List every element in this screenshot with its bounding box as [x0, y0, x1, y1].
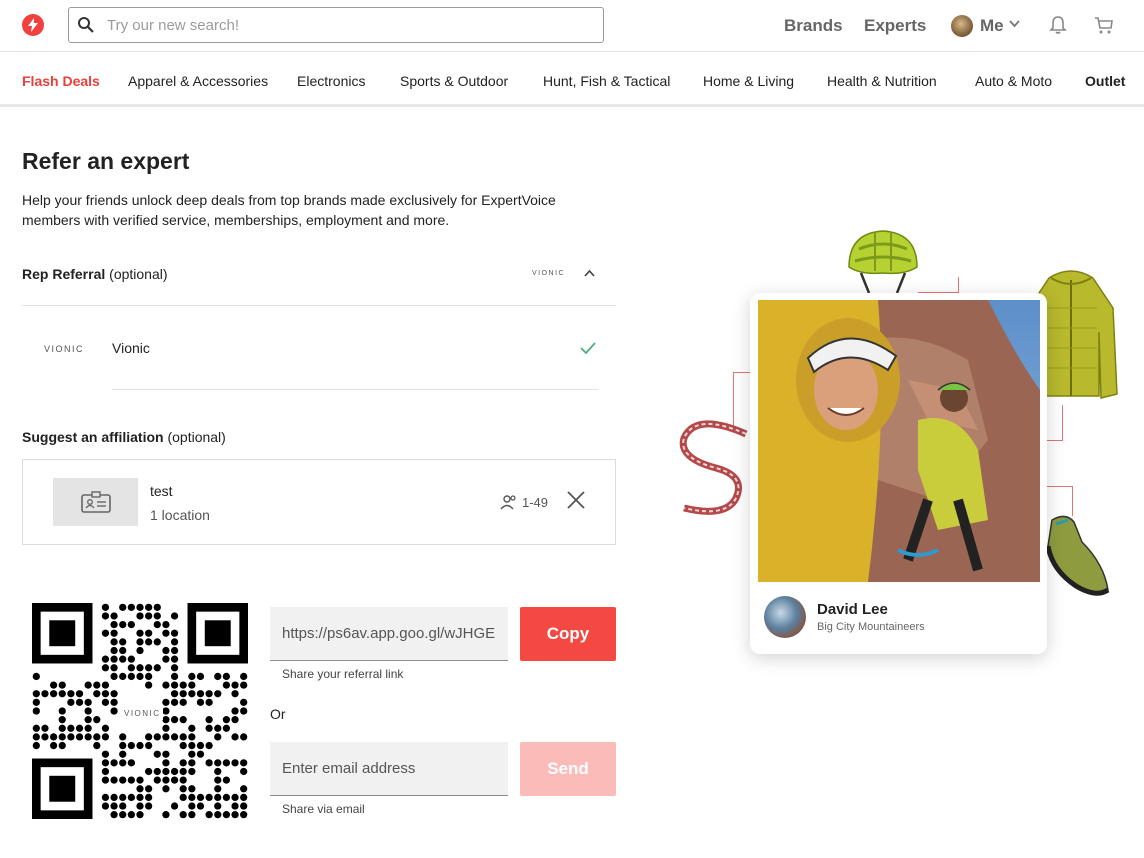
- avatar[interactable]: [951, 15, 973, 37]
- bell-icon[interactable]: [1047, 14, 1069, 36]
- chevron-up-icon[interactable]: [584, 269, 595, 277]
- email-input[interactable]: [282, 760, 498, 777]
- connector-line: [1047, 405, 1063, 441]
- affiliation-locations: 1 location: [150, 507, 210, 523]
- chevron-down-icon[interactable]: [1009, 20, 1020, 28]
- expert-photo: [758, 300, 1040, 582]
- lightning-icon: [28, 18, 38, 32]
- checkmark-icon: [580, 342, 596, 355]
- category-apparel-accessories[interactable]: Apparel & Accessories: [128, 73, 268, 89]
- category-hunt-fish-tactical[interactable]: Hunt, Fish & Tactical: [543, 73, 670, 89]
- expert-avatar: [764, 596, 806, 638]
- connector-line: [918, 277, 959, 293]
- rep-referral-label[interactable]: Rep Referral (optional): [22, 266, 168, 282]
- close-icon[interactable]: [566, 490, 586, 510]
- or-label: Or: [270, 706, 286, 722]
- nav-brands[interactable]: Brands: [784, 16, 843, 36]
- affiliation-optional: (optional): [163, 429, 226, 445]
- category-auto-moto[interactable]: Auto & Moto: [975, 73, 1052, 89]
- qr-logo: VIONIC: [122, 707, 163, 720]
- climbers-photo: [758, 300, 1040, 582]
- category-sports-outdoor[interactable]: Sports & Outdoor: [400, 73, 508, 89]
- rep-referral-optional: (optional): [105, 266, 168, 282]
- referral-link-field[interactable]: [270, 607, 508, 661]
- category-nav: Flash Deals Apparel & Accessories Electr…: [0, 52, 1144, 107]
- category-outlet[interactable]: Outlet: [1085, 73, 1125, 89]
- cart-icon[interactable]: [1093, 14, 1115, 36]
- category-home-living[interactable]: Home & Living: [703, 73, 794, 89]
- selected-brand-logo: VIONIC: [532, 270, 566, 277]
- climbing-sling-icon: [679, 420, 748, 515]
- affiliation-thumbnail: [53, 478, 138, 526]
- vionic-logo: VIONIC: [44, 344, 85, 354]
- affiliation-card[interactable]: test 1 location 1-49: [22, 459, 616, 545]
- climbing-helmet-icon: [848, 230, 918, 294]
- copy-button[interactable]: Copy: [520, 607, 616, 661]
- search-icon: [78, 17, 94, 33]
- category-electronics[interactable]: Electronics: [297, 73, 365, 89]
- page-title: Refer an expert: [22, 148, 190, 174]
- referral-link-input[interactable]: [282, 625, 498, 642]
- nav-experts[interactable]: Experts: [864, 16, 926, 36]
- top-header: Brands Experts Me: [0, 0, 1144, 52]
- affiliation-name: test: [150, 483, 173, 499]
- page-description: Help your friends unlock deep deals from…: [22, 192, 556, 228]
- expertvoice-logo-icon[interactable]: [22, 14, 44, 36]
- search-bar[interactable]: [68, 7, 604, 43]
- rep-option-vionic[interactable]: VIONIC Vionic: [22, 306, 616, 390]
- search-input[interactable]: [107, 16, 587, 34]
- affiliation-label: Suggest an affiliation (optional): [22, 429, 226, 445]
- people-icon: [500, 495, 516, 510]
- divider: [112, 389, 598, 390]
- nav-me[interactable]: Me: [980, 16, 1004, 36]
- send-button[interactable]: Send: [520, 742, 616, 796]
- category-flash-deals[interactable]: Flash Deals: [22, 73, 100, 89]
- expert-name: David Lee: [817, 601, 888, 618]
- referral-link-hint: Share your referral link: [282, 667, 404, 681]
- climbing-shoe-icon: [1046, 515, 1110, 596]
- expert-organization: Big City Mountaineers: [817, 621, 925, 633]
- affiliation-title: Suggest an affiliation: [22, 429, 164, 445]
- affiliation-size: 1-49: [522, 495, 549, 510]
- rep-option-name: Vionic: [112, 340, 150, 356]
- expert-card: David Lee Big City Mountaineers: [750, 293, 1047, 654]
- email-field[interactable]: [270, 742, 508, 796]
- category-health-nutrition[interactable]: Health & Nutrition: [827, 73, 937, 89]
- email-hint: Share via email: [282, 802, 365, 816]
- id-card-icon: [80, 491, 111, 513]
- rep-referral-title: Rep Referral: [22, 266, 106, 282]
